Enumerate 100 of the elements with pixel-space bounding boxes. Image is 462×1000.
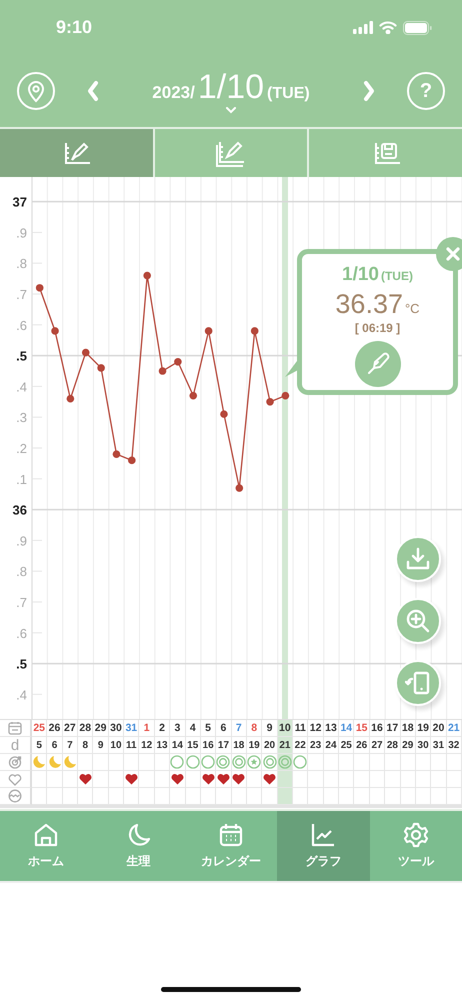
y-axis-label: .4 xyxy=(16,379,27,394)
date-cell[interactable]: 3 xyxy=(170,720,186,737)
cycle-day-cell: 5 xyxy=(32,737,48,754)
previous-day-button[interactable] xyxy=(86,80,100,102)
date-cell[interactable]: 11 xyxy=(293,720,308,737)
date-cell[interactable]: 8 xyxy=(246,720,262,737)
cycle-day-cell: 30 xyxy=(416,737,432,754)
cycle-day-cell: 32 xyxy=(446,737,462,754)
temperature-value: 36.37 xyxy=(335,289,403,320)
date-cell[interactable]: 25 xyxy=(32,720,48,737)
symbol-cell xyxy=(431,754,447,771)
heart-icon xyxy=(216,773,230,785)
table-cell xyxy=(93,788,109,805)
y-axis-label: .7 xyxy=(16,287,27,302)
close-button[interactable] xyxy=(436,237,462,271)
face-icon xyxy=(8,789,22,803)
date-cell[interactable]: 30 xyxy=(108,720,124,737)
rotate-screen-button[interactable] xyxy=(395,660,441,706)
y-axis-label: .8 xyxy=(16,564,27,580)
heart-icon xyxy=(170,773,184,785)
table-cell xyxy=(416,788,432,805)
date-cell[interactable]: 15 xyxy=(354,720,370,737)
date-cell[interactable]: 28 xyxy=(78,720,94,737)
cycle-day-cell: 15 xyxy=(186,737,201,754)
date-cell[interactable]: 12 xyxy=(308,720,324,737)
date-cell[interactable]: 6 xyxy=(216,720,232,737)
cycle-day-cell: 14 xyxy=(170,737,186,754)
line-graph-icon xyxy=(310,822,336,848)
y-axis-label: .2 xyxy=(16,441,27,456)
heart-icon xyxy=(202,773,215,785)
heart-icon xyxy=(124,773,138,785)
date-cell[interactable]: 27 xyxy=(62,720,78,737)
cycle-day-cell: 18 xyxy=(232,737,247,754)
temperature-point xyxy=(66,394,74,403)
date-cell[interactable]: 29 xyxy=(93,720,109,737)
date-cell[interactable]: 13 xyxy=(324,720,340,737)
date-cell[interactable]: 26 xyxy=(47,720,63,737)
popup-date: 1/10 xyxy=(342,264,379,286)
table-cell xyxy=(385,788,401,805)
cycle-day-cell: 27 xyxy=(370,737,386,754)
signal-icon xyxy=(353,21,373,34)
temperature-point xyxy=(174,358,182,366)
date-cell[interactable]: 20 xyxy=(431,720,447,737)
symbol-cell xyxy=(370,754,386,771)
y-axis-label: .8 xyxy=(16,256,27,272)
table-cell xyxy=(354,788,370,805)
symbol-cell xyxy=(400,754,416,771)
y-axis-label: .1 xyxy=(16,472,27,487)
y-axis-label: .7 xyxy=(16,594,27,610)
status-time: 9:10 xyxy=(56,17,92,38)
cycle-day-cell: 11 xyxy=(124,737,140,754)
date-cell[interactable]: 19 xyxy=(416,720,432,737)
cycle-day-cell: 8 xyxy=(78,737,94,754)
table-cell xyxy=(62,788,78,805)
table-cell xyxy=(400,788,416,805)
y-axis-label: .6 xyxy=(16,318,27,333)
date-cell[interactable]: 1 xyxy=(139,720,155,737)
temperature-point xyxy=(189,392,198,400)
cycle-day-cell: 9 xyxy=(93,737,109,754)
day-row-label: d xyxy=(10,736,20,754)
temperature-point xyxy=(143,272,151,280)
symbol-cell xyxy=(93,754,109,771)
temperature-point xyxy=(112,450,120,458)
rotate-phone-icon xyxy=(405,670,431,696)
symbol-cell xyxy=(416,754,432,771)
date-cell[interactable]: 16 xyxy=(370,720,386,737)
table-cell xyxy=(108,788,124,805)
temperature-point xyxy=(266,398,274,406)
symbol-cell xyxy=(354,754,370,771)
next-day-button[interactable] xyxy=(362,80,376,102)
chevron-right-icon xyxy=(362,80,376,102)
y-axis-label: .3 xyxy=(16,410,27,426)
cycle-day-cell: 17 xyxy=(216,737,232,754)
heart-outline-icon xyxy=(8,772,22,786)
chevron-down-icon[interactable] xyxy=(225,107,237,114)
cycle-day-cell: 6 xyxy=(47,737,63,754)
date-cell[interactable]: 10 xyxy=(278,720,294,737)
table-cell xyxy=(308,788,324,805)
y-axis-label: 36 xyxy=(12,502,27,518)
date-cell[interactable]: 2 xyxy=(154,720,170,737)
cycle-day-cell: 13 xyxy=(154,737,170,754)
temperature-point xyxy=(36,284,44,292)
temperature-point xyxy=(220,410,228,418)
date-cell[interactable]: 4 xyxy=(186,720,201,737)
table-cell xyxy=(246,788,262,805)
date-cell[interactable]: 18 xyxy=(400,720,416,737)
date-cell[interactable]: 17 xyxy=(385,720,401,737)
date-cell[interactable]: 5 xyxy=(200,720,216,737)
calendar-icon xyxy=(8,721,22,735)
location-button[interactable] xyxy=(17,72,55,110)
cycle-day-cell: 21 xyxy=(278,737,294,754)
view-tab[interactable] xyxy=(0,129,155,177)
table-cell xyxy=(339,788,354,805)
cycle-day-cell: 22 xyxy=(293,737,308,754)
cycle-day-cell: 24 xyxy=(324,737,340,754)
edit-button[interactable] xyxy=(354,341,400,387)
symbol-cell xyxy=(339,754,354,771)
location-pin-icon xyxy=(26,79,46,103)
table-cell xyxy=(154,788,170,805)
temperature-unit: °C xyxy=(404,301,420,316)
